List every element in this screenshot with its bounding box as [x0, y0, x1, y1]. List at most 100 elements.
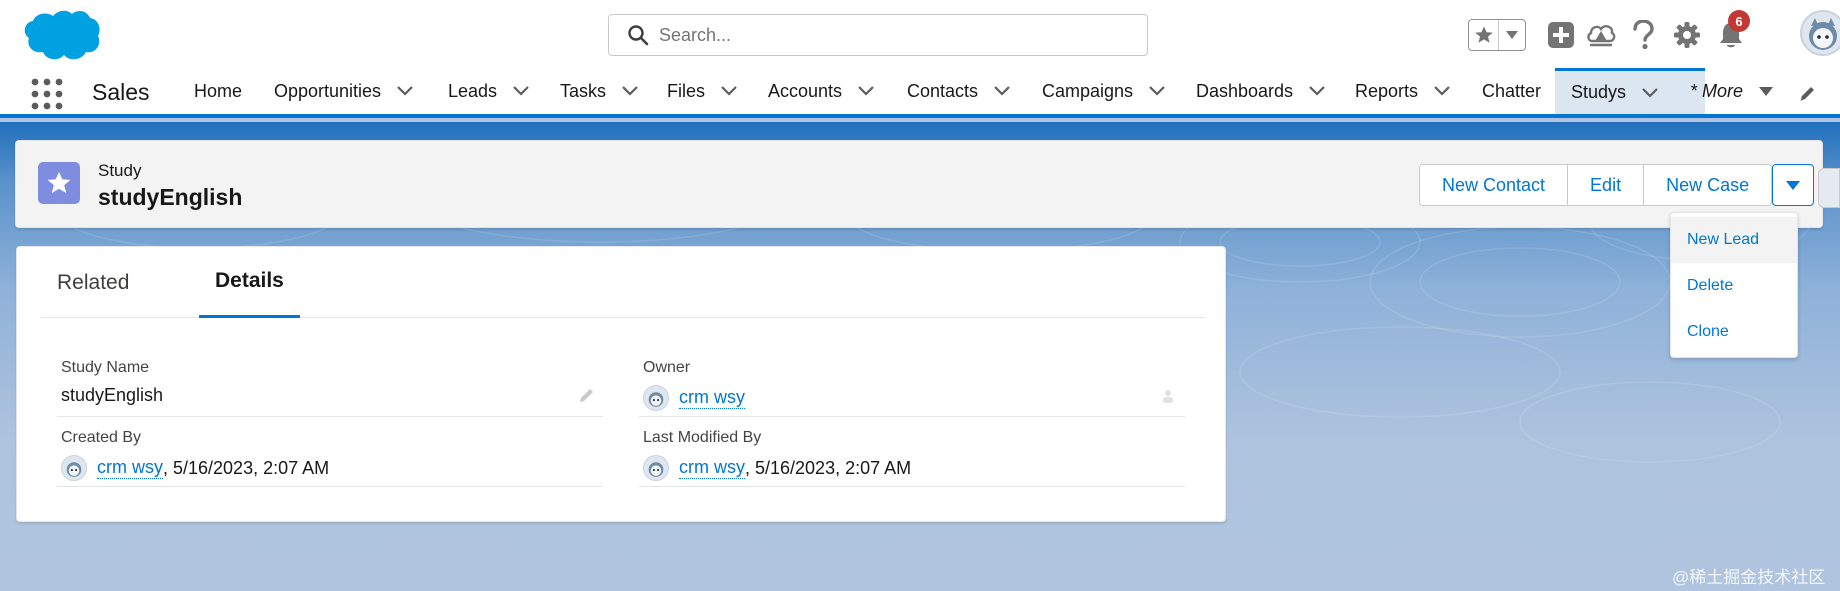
- chevron-down-icon[interactable]: [858, 86, 874, 96]
- trailhead-button[interactable]: [1584, 18, 1618, 52]
- chevron-down-icon[interactable]: [1309, 86, 1325, 96]
- chevron-down-icon[interactable]: [1642, 87, 1658, 98]
- favorites-list-button[interactable]: [1499, 20, 1525, 50]
- field-label: Owner: [643, 359, 691, 376]
- edit-nav-pencil-icon[interactable]: [1798, 85, 1816, 103]
- nav-item-dashboards[interactable]: Dashboards: [1196, 68, 1325, 114]
- new-contact-button[interactable]: New Contact: [1420, 165, 1569, 205]
- field-label: Study Name: [61, 359, 150, 376]
- nav-item-campaigns[interactable]: Campaigns: [1042, 68, 1165, 114]
- nav-more-label: * More: [1690, 80, 1744, 101]
- caret-down-icon: [1786, 180, 1800, 190]
- favorites-group: [1468, 19, 1526, 51]
- salesforce-logo[interactable]: [20, 8, 100, 64]
- owner-link[interactable]: crm wsy: [679, 387, 745, 409]
- field-value: crm wsy , 5/16/2023, 2:07 AM: [643, 455, 911, 481]
- search-input[interactable]: [659, 24, 1119, 46]
- nav-item-label: Home: [194, 80, 243, 101]
- chevron-down-icon[interactable]: [1434, 86, 1450, 96]
- tab-details[interactable]: Details: [199, 247, 300, 318]
- field-created-by: Created By crm wsy , 5/16/2023, 2:07 AM: [57, 417, 603, 487]
- menu-item-new-lead[interactable]: New Lead: [1671, 217, 1797, 263]
- global-search[interactable]: [608, 14, 1148, 56]
- nav-item-studys[interactable]: Studys: [1555, 68, 1705, 114]
- more-actions-button[interactable]: [1772, 164, 1814, 206]
- caret-down-icon: [1759, 86, 1774, 96]
- nav-item-tasks[interactable]: Tasks: [560, 68, 638, 114]
- nav-item-chatter[interactable]: Chatter: [1482, 68, 1541, 114]
- user-avatar[interactable]: [1800, 10, 1840, 56]
- user-avatar: [643, 455, 669, 481]
- app-name: Sales: [92, 79, 150, 105]
- created-by-link[interactable]: crm wsy: [97, 457, 163, 479]
- nav-item-label: Opportunities: [274, 80, 382, 101]
- created-date: , 5/16/2023, 2:07 AM: [163, 457, 330, 478]
- astro-avatar-icon: [648, 392, 664, 407]
- nav-item-home[interactable]: Home: [194, 68, 242, 114]
- change-owner-icon[interactable]: [1159, 387, 1177, 405]
- search-icon: [628, 25, 649, 46]
- chevron-down-icon[interactable]: [622, 86, 638, 96]
- nav-item-label: Chatter: [1482, 80, 1542, 101]
- watermark: @稀土掘金技术社区: [1672, 568, 1826, 587]
- chevron-down-icon[interactable]: [1149, 86, 1165, 96]
- favorites-button[interactable]: [1469, 20, 1499, 50]
- star-icon: [1474, 26, 1493, 43]
- chevron-down-icon[interactable]: [721, 86, 737, 96]
- field-last-modified-by: Last Modified By crm wsy , 5/16/2023, 2:…: [639, 417, 1185, 487]
- edit-pencil-icon[interactable]: [577, 387, 595, 405]
- chevron-down-icon[interactable]: [994, 86, 1010, 96]
- study-name-value: studyEnglish: [61, 385, 164, 405]
- astro-avatar-icon: [648, 462, 664, 477]
- global-header: 6: [0, 0, 1840, 68]
- field-label: Last Modified By: [643, 429, 762, 446]
- chevron-down-icon[interactable]: [513, 86, 529, 96]
- nav-item-label: Reports: [1355, 80, 1419, 101]
- edit-button[interactable]: Edit: [1568, 165, 1645, 205]
- nav-item-label: Tasks: [560, 80, 607, 101]
- nav-item-label: Contacts: [907, 80, 979, 101]
- help-icon: [1633, 20, 1654, 50]
- nav-item-label: Accounts: [768, 80, 843, 101]
- global-actions-button[interactable]: [1544, 18, 1578, 52]
- record-actions: New Contact Edit New Case: [1419, 164, 1773, 206]
- side-panel-handle[interactable]: [1818, 168, 1840, 208]
- tab-related[interactable]: Related: [57, 247, 129, 318]
- nav-item-accounts[interactable]: Accounts: [768, 68, 874, 114]
- nav-item-opportunities[interactable]: Opportunities: [274, 68, 413, 114]
- nav-item-label: Files: [667, 80, 706, 101]
- modified-date: , 5/16/2023, 2:07 AM: [745, 457, 912, 478]
- nav-item-files[interactable]: Files: [667, 68, 737, 114]
- modified-by-link[interactable]: crm wsy: [679, 457, 745, 479]
- nav-item-label: Dashboards: [1196, 80, 1294, 101]
- setup-button[interactable]: [1670, 18, 1704, 52]
- nav-item-reports[interactable]: Reports: [1355, 68, 1450, 114]
- nav-item-label: Leads: [448, 80, 498, 101]
- nav-more-menu[interactable]: * More: [1690, 68, 1774, 114]
- nav-item-label: Studys: [1571, 82, 1627, 102]
- nav-item-leads[interactable]: Leads: [448, 68, 529, 114]
- app-launcher-icon[interactable]: [30, 77, 64, 111]
- field-value: crm wsy: [643, 385, 745, 411]
- gear-icon: [1674, 22, 1700, 48]
- caret-down-icon: [1506, 31, 1518, 39]
- menu-item-delete[interactable]: Delete: [1671, 263, 1797, 309]
- chevron-down-icon[interactable]: [397, 86, 413, 96]
- add-icon: [1548, 22, 1574, 48]
- study-object-icon: [38, 162, 80, 204]
- nav-item-contacts[interactable]: Contacts: [907, 68, 1010, 114]
- user-avatar: [61, 455, 87, 481]
- nav-item-label: Campaigns: [1042, 80, 1134, 101]
- record-title: studyEnglish: [98, 184, 243, 210]
- field-owner: Owner crm wsy: [639, 347, 1185, 417]
- field-study-name: Study Name studyEnglish: [57, 347, 603, 417]
- new-case-button[interactable]: New Case: [1644, 165, 1772, 205]
- help-button[interactable]: [1626, 18, 1660, 52]
- record-detail-card: Related Details Study Name studyEnglish …: [16, 246, 1226, 522]
- notification-badge: 6: [1728, 10, 1750, 32]
- menu-item-clone[interactable]: Clone: [1671, 309, 1797, 355]
- star-icon: [47, 171, 71, 194]
- astro-avatar-icon: [66, 462, 82, 477]
- field-value: studyEnglish: [61, 385, 163, 406]
- record-header: Study studyEnglish New Contact Edit New …: [15, 140, 1823, 228]
